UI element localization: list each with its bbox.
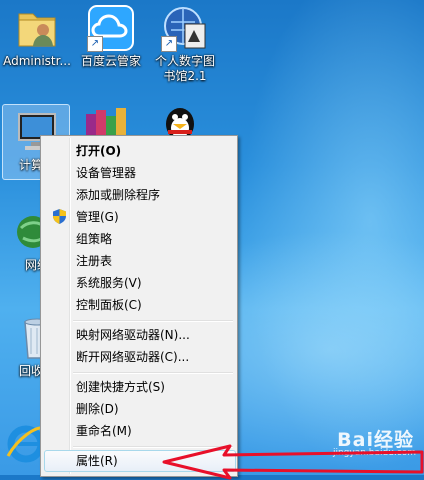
desktop-icon-baidu-cloud[interactable]: ↗ 百度云管家	[74, 4, 148, 69]
shortcut-arrow-icon: ↗	[161, 36, 177, 52]
desktop-icon-label: 百度云管家	[80, 54, 141, 68]
menu-item-label: 创建快捷方式(S)	[76, 380, 165, 394]
menu-item-rename[interactable]: 重命名(M)	[44, 420, 234, 442]
menu-item-group-policy[interactable]: 组策略	[44, 228, 234, 250]
annotation-arrow	[162, 444, 424, 480]
menu-item-label: 映射网络驱动器(N)...	[76, 328, 190, 342]
shortcut-arrow-icon: ↗	[87, 36, 103, 52]
menu-item-open[interactable]: 打开(O)	[44, 140, 234, 162]
menu-item-label: 添加或删除程序	[76, 188, 161, 202]
digital-library-icon: ↗	[161, 4, 209, 52]
desktop-icon-label: Administr...	[3, 54, 71, 68]
menu-item-label: 打开(O)	[76, 144, 122, 158]
menu-separator	[73, 372, 233, 374]
menu-item-label: 控制面板(C)	[76, 298, 142, 312]
desktop-icon-label-line2: 书馆2.1	[163, 69, 207, 83]
menu-item-label: 管理(G)	[76, 210, 119, 224]
menu-item-manage[interactable]: 管理(G)	[44, 206, 234, 228]
menu-item-label: 删除(D)	[76, 402, 119, 416]
menu-item-label: 注册表	[76, 254, 113, 268]
desktop-icon-qq[interactable]	[160, 104, 200, 140]
menu-item-label: 重命名(M)	[76, 424, 132, 438]
user-folder-icon	[13, 4, 61, 52]
menu-item-label: 断开网络驱动器(C)...	[76, 350, 190, 364]
menu-item-control-panel[interactable]: 控制面板(C)	[44, 294, 234, 316]
baidu-cloud-icon: ↗	[87, 4, 135, 52]
desktop-icon-administrator[interactable]: Administr...	[0, 4, 74, 69]
menu-item-label: 组策略	[76, 232, 113, 246]
menu-item-registry[interactable]: 注册表	[44, 250, 234, 272]
menu-item-delete[interactable]: 删除(D)	[44, 398, 234, 420]
desktop-icon-label: 个人数字图	[154, 54, 215, 68]
menu-item-label: 系统服务(V)	[76, 276, 142, 290]
menu-item-device-manager[interactable]: 设备管理器	[44, 162, 234, 184]
desktop-icon-digital-library[interactable]: ↗ 个人数字图 书馆2.1	[148, 4, 222, 84]
context-menu: 打开(O) 设备管理器 添加或删除程序 管理(G) 组策略 注册表 系统服务(V…	[40, 135, 238, 477]
menu-item-disconnect-network-drive[interactable]: 断开网络驱动器(C)...	[44, 346, 234, 368]
menu-item-add-remove-programs[interactable]: 添加或删除程序	[44, 184, 234, 206]
uac-shield-icon	[53, 209, 66, 224]
menu-item-label: 属性(R)	[76, 454, 118, 468]
menu-item-label: 设备管理器	[76, 166, 137, 180]
menu-item-system-services[interactable]: 系统服务(V)	[44, 272, 234, 294]
qq-penguin-icon	[166, 108, 194, 140]
menu-item-map-network-drive[interactable]: 映射网络驱动器(N)...	[44, 324, 234, 346]
menu-separator	[73, 320, 233, 322]
menu-item-create-shortcut[interactable]: 创建快捷方式(S)	[44, 376, 234, 398]
